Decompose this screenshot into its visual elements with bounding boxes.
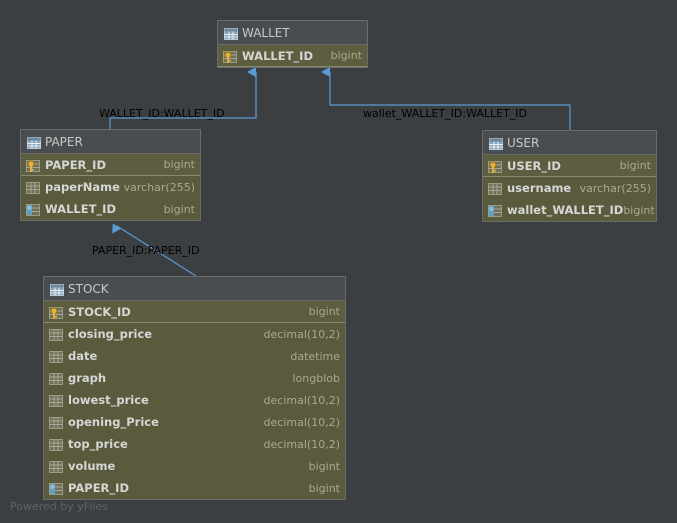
- column-type: longblob: [292, 371, 341, 385]
- column-row[interactable]: lowest_price decimal(10,2): [44, 389, 345, 411]
- column-icon: [49, 349, 63, 363]
- column-name: USER_ID: [507, 158, 561, 173]
- column-row[interactable]: WALLET_ID bigint: [218, 45, 367, 67]
- column-name: graph: [68, 371, 107, 385]
- column-type: decimal(10,2): [263, 393, 340, 407]
- column-icon: [488, 181, 502, 195]
- column-row[interactable]: STOCK_ID bigint: [44, 301, 345, 323]
- column-type: datetime: [290, 349, 340, 363]
- table-icon: [50, 282, 64, 296]
- column-icon: [49, 327, 63, 341]
- column-name: date: [68, 349, 98, 363]
- table-icon: [224, 26, 238, 40]
- column-row[interactable]: WALLET_ID bigint: [21, 198, 200, 220]
- column-type: bigint: [308, 481, 340, 495]
- column-row[interactable]: graph longblob: [44, 367, 345, 389]
- column-list: STOCK_ID bigint closing_price decimal(10,2)…: [44, 301, 345, 499]
- column-icon: [49, 459, 63, 473]
- column-type: bigint: [163, 158, 195, 171]
- column-row[interactable]: PAPER_ID bigint: [21, 154, 200, 176]
- column-type: decimal(10,2): [263, 415, 340, 429]
- column-type: bigint: [163, 202, 195, 216]
- column-row[interactable]: wallet_WALLET_ID bigint: [483, 199, 656, 221]
- column-name: wallet_WALLET_ID: [507, 203, 624, 217]
- table-header[interactable]: PAPER: [21, 130, 200, 154]
- table-user[interactable]: USER USER_ID bigint username varchar(255) wa…: [482, 130, 657, 222]
- table-name: PAPER: [45, 134, 83, 149]
- table-header[interactable]: STOCK: [44, 277, 345, 301]
- table-wallet[interactable]: WALLET WALLET_ID bigint: [217, 20, 368, 68]
- column-name: PAPER_ID: [68, 481, 129, 495]
- column-type: decimal(10,2): [263, 437, 340, 451]
- column-name: closing_price: [68, 327, 153, 341]
- column-name: volume: [68, 459, 116, 473]
- column-row[interactable]: PAPER_ID bigint: [44, 477, 345, 499]
- column-row[interactable]: opening_Price decimal(10,2): [44, 411, 345, 433]
- table-name: STOCK: [68, 281, 109, 296]
- column-type: bigint: [619, 159, 651, 172]
- table-stock[interactable]: STOCK STOCK_ID bigint closing_price decimal…: [43, 276, 346, 500]
- column-icon: [49, 393, 63, 407]
- table-name: WALLET: [242, 25, 290, 40]
- column-name: opening_Price: [68, 415, 159, 429]
- column-name: WALLET_ID: [45, 202, 116, 216]
- relation-edge-paper-wallet[interactable]: [109, 67, 257, 129]
- column-row[interactable]: USER_ID bigint: [483, 155, 656, 177]
- foreign-key-icon: [49, 481, 63, 495]
- foreign-key-icon: [488, 203, 502, 217]
- column-row[interactable]: username varchar(255): [483, 177, 656, 199]
- primary-key-icon: [26, 158, 40, 172]
- column-name: WALLET_ID: [242, 48, 313, 63]
- table-icon: [489, 136, 503, 150]
- column-name: lowest_price: [68, 393, 149, 407]
- column-icon: [26, 180, 40, 194]
- column-type: decimal(10,2): [263, 327, 340, 341]
- primary-key-icon: [223, 49, 237, 63]
- column-row[interactable]: closing_price decimal(10,2): [44, 323, 345, 345]
- table-name: USER: [507, 135, 540, 150]
- foreign-key-icon: [26, 202, 40, 216]
- column-name: paperName: [45, 180, 120, 194]
- column-type: bigint: [308, 459, 340, 473]
- column-list: PAPER_ID bigint paperName varchar(255) WALLE…: [21, 154, 200, 220]
- column-type: bigint: [308, 305, 340, 318]
- column-type: bigint: [623, 203, 655, 217]
- column-row[interactable]: top_price decimal(10,2): [44, 433, 345, 455]
- primary-key-icon: [488, 159, 502, 173]
- column-row[interactable]: date datetime: [44, 345, 345, 367]
- column-name: top_price: [68, 437, 128, 451]
- relation-edge-user-wallet[interactable]: [321, 67, 571, 130]
- column-list: WALLET_ID bigint: [218, 45, 367, 67]
- relation-label-stock-paper: PAPER_ID:PAPER_ID: [92, 244, 200, 257]
- column-name: STOCK_ID: [68, 304, 131, 319]
- relation-label-paper-wallet: WALLET_ID:WALLET_ID: [99, 107, 225, 120]
- column-name: username: [507, 181, 572, 195]
- column-icon: [49, 437, 63, 451]
- table-header[interactable]: WALLET: [218, 21, 367, 45]
- watermark: Powered by yFiles: [10, 500, 108, 513]
- column-row[interactable]: volume bigint: [44, 455, 345, 477]
- table-icon: [27, 135, 41, 149]
- column-row[interactable]: paperName varchar(255): [21, 176, 200, 198]
- column-icon: [49, 371, 63, 385]
- column-list: USER_ID bigint username varchar(255) wallet_…: [483, 155, 656, 221]
- column-type: varchar(255): [123, 180, 195, 194]
- column-name: PAPER_ID: [45, 157, 106, 172]
- column-icon: [49, 415, 63, 429]
- relation-label-user-wallet: wallet_WALLET_ID:WALLET_ID: [363, 107, 527, 120]
- column-type: varchar(255): [579, 181, 651, 195]
- primary-key-icon: [49, 305, 63, 319]
- table-header[interactable]: USER: [483, 131, 656, 155]
- table-paper[interactable]: PAPER PAPER_ID bigint paperName varchar(255…: [20, 129, 201, 221]
- column-type: bigint: [330, 49, 362, 62]
